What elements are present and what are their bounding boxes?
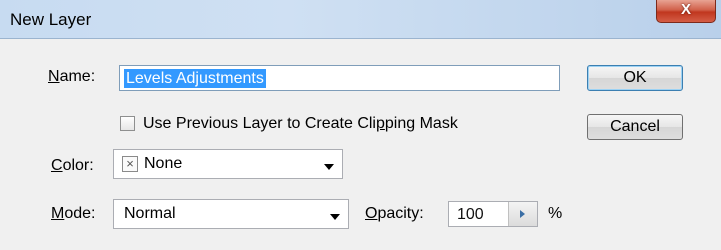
opacity-unit: % — [548, 205, 563, 222]
opacity-label: Opacity: — [365, 205, 424, 222]
name-input[interactable]: Levels Adjustments — [119, 65, 560, 91]
mode-select[interactable]: Normal — [113, 199, 349, 229]
ok-button[interactable]: OK — [587, 65, 683, 91]
cancel-button[interactable]: Cancel — [587, 114, 683, 140]
color-select[interactable]: × None — [113, 149, 343, 179]
title-bar[interactable]: New Layer X — [0, 0, 721, 39]
triangle-right-icon — [520, 210, 525, 218]
close-button[interactable]: X — [656, 0, 716, 23]
dialog-body: Name: Levels Adjustments OK Cancel Use P… — [6, 39, 715, 250]
clipping-mask-checkbox[interactable] — [120, 116, 135, 131]
window-title: New Layer — [10, 10, 92, 29]
color-label: Color: — [51, 157, 94, 174]
close-icon: X — [680, 1, 691, 18]
x-none-icon: × — [122, 156, 138, 172]
chevron-down-icon — [330, 214, 340, 220]
color-select-value: None — [144, 155, 183, 172]
name-label: Name: — [48, 68, 96, 85]
opacity-input[interactable]: 100 — [448, 201, 538, 227]
mode-select-value: Normal — [124, 205, 176, 222]
chevron-down-icon — [324, 164, 334, 170]
name-input-value: Levels Adjustments — [124, 69, 266, 88]
mode-label: Mode: — [51, 205, 96, 222]
opacity-value: 100 — [457, 206, 484, 223]
clipping-mask-label[interactable]: Use Previous Layer to Create Clipping Ma… — [143, 115, 458, 133]
opacity-slider-button[interactable] — [508, 202, 537, 226]
